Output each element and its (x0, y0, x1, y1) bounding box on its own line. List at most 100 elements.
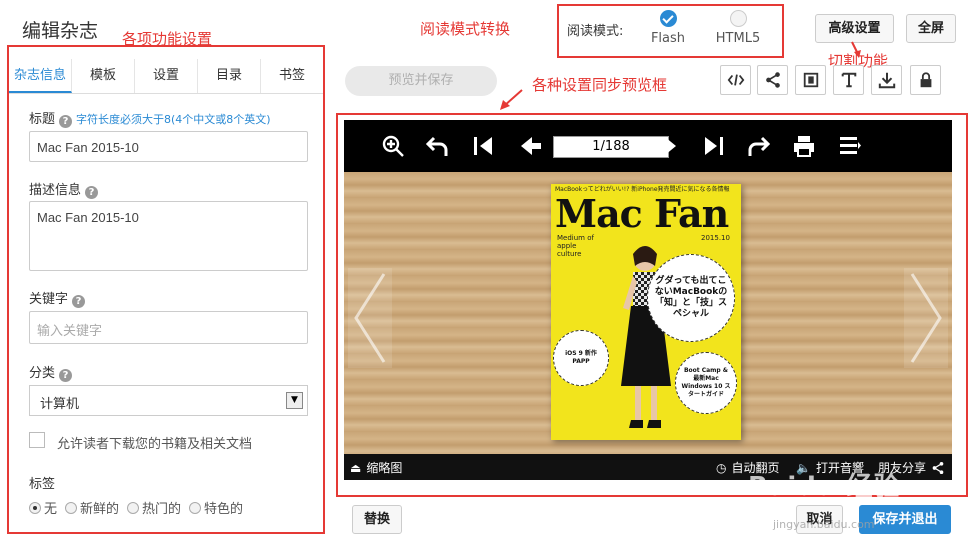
tab-bar: 杂志信息 模板 设置 目录 书签 (9, 59, 323, 94)
zoom-in-icon[interactable] (381, 134, 405, 158)
preview-save-button[interactable]: 预览并保存 (345, 66, 497, 96)
sound-label: 打开音響 (815, 461, 864, 475)
cover-title: Mac Fan (555, 191, 729, 236)
replace-button[interactable]: 替换 (352, 505, 402, 534)
tag-options: 无 新鲜的 热门的 特色的 (29, 498, 243, 517)
tag-option-label: 新鲜的 (80, 502, 120, 517)
title-label-text: 标题 (29, 112, 56, 127)
radio-icon (189, 501, 202, 514)
category-value: 计算机 (40, 397, 80, 412)
share-icon (765, 72, 780, 88)
sound-button[interactable]: 🔈 打开音響 (796, 459, 864, 476)
last-page-icon[interactable] (701, 134, 725, 158)
check-icon (659, 10, 677, 27)
read-mode-label: 阅读模式: (567, 24, 624, 39)
tag-option-featured[interactable]: 特色的 (189, 498, 243, 517)
preview-frame: 1/188 MacBookってどれがいい!? 新iPhone発売間近に気になる各… (336, 113, 968, 497)
fullscreen-button[interactable]: 全屏 (906, 14, 956, 43)
allow-download-label: 允许读者下载您的书籍及相关文档 (57, 437, 253, 452)
category-label: 分类? (29, 362, 73, 382)
book-icon (803, 72, 818, 88)
undo-icon[interactable] (426, 134, 450, 158)
keyword-label: 关键字? (29, 288, 86, 308)
next-page-icon[interactable] (654, 134, 678, 158)
download-icon (878, 72, 895, 89)
read-mode-box: 阅读模式: Flash HTML5 (557, 4, 784, 58)
menu-icon[interactable] (838, 134, 862, 158)
thumbnails-label: 缩略图 (366, 461, 403, 475)
viewer-bottom-bar: ⏏ 缩略图 ◷ 自动翻页 🔈 打开音響 朋友分享 (344, 454, 952, 480)
arrow-annotation-icon (851, 41, 861, 58)
tab-toc[interactable]: 目录 (198, 59, 261, 93)
read-mode-html5-label: HTML5 (715, 31, 761, 46)
tag-option-none[interactable]: 无 (29, 498, 57, 517)
arrow-annotation-icon (500, 89, 523, 110)
desc-label: 描述信息? (29, 179, 99, 199)
next-arrow-icon[interactable] (904, 268, 948, 368)
cover-subtitle: Medium of apple culture (557, 234, 594, 258)
tag-option-fresh[interactable]: 新鲜的 (65, 498, 119, 517)
download-button[interactable] (871, 65, 902, 95)
first-page-icon[interactable] (472, 134, 496, 158)
previous-page-icon[interactable] (519, 134, 543, 158)
category-select[interactable]: 计算机 ▼ (29, 385, 308, 416)
tab-template[interactable]: 模板 (72, 59, 135, 93)
flipbook-viewer: 1/188 MacBookってどれがいい!? 新iPhone発売間近に気になる各… (344, 120, 952, 480)
auto-flip-label: 自动翻页 (731, 461, 780, 475)
help-icon[interactable]: ? (59, 115, 73, 128)
advanced-settings-button[interactable]: 高级设置 (815, 14, 894, 43)
share-friends-button[interactable]: 朋友分享 (878, 459, 945, 476)
annotation-read-mode: 阅读模式转换 (420, 20, 511, 38)
radio-icon (127, 501, 140, 514)
magazine-cover[interactable]: MacBookってどれがいい!? 新iPhone発売間近に気になる各情報 Mac… (551, 184, 741, 440)
tag-option-hot[interactable]: 热门的 (127, 498, 181, 517)
cover-circle-main: グダっても出てこないMacBookの「知」と「技」スペシャル (647, 254, 735, 342)
read-mode-flash-label: Flash (650, 31, 686, 46)
eject-icon: ⏏ (350, 460, 362, 475)
lock-icon (920, 72, 931, 88)
book-button[interactable] (795, 65, 826, 95)
tab-magazine-info[interactable]: 杂志信息 (9, 59, 72, 93)
tag-label: 标签 (29, 477, 56, 492)
cover-circle-right: Boot Camp & 最新Mac Windows 10 スタートガイド (675, 352, 737, 414)
category-label-text: 分类 (29, 366, 56, 381)
embed-code-button[interactable] (720, 65, 751, 95)
auto-flip-button[interactable]: ◷ 自动翻页 (716, 459, 780, 476)
redo-icon[interactable] (746, 134, 770, 158)
page-counter[interactable]: 1/188 (553, 136, 669, 158)
help-icon[interactable]: ? (85, 186, 99, 199)
desc-textarea[interactable]: Mac Fan 2015-10 (29, 201, 308, 271)
code-icon (727, 74, 744, 86)
help-icon[interactable]: ? (59, 369, 73, 382)
text-button[interactable] (833, 65, 864, 95)
share-friends-label: 朋友分享 (878, 461, 927, 475)
annotation-preview: 各种设置同步预览框 (532, 76, 668, 94)
text-icon (841, 72, 856, 88)
print-icon[interactable] (792, 134, 816, 158)
allow-download-checkbox[interactable] (29, 432, 45, 448)
keyword-label-text: 关键字 (29, 292, 69, 307)
cover-date: 2015.10 (701, 234, 730, 242)
share-icon (932, 461, 944, 474)
read-mode-html5[interactable]: HTML5 (703, 10, 773, 46)
radio-icon (729, 10, 747, 27)
tag-option-label: 热门的 (142, 502, 182, 517)
keyword-input[interactable]: 输入关键字 (29, 311, 308, 344)
chevron-down-icon[interactable]: ▼ (286, 392, 303, 409)
help-icon[interactable]: ? (72, 295, 86, 308)
cancel-button[interactable]: 取消 (796, 505, 843, 534)
radio-icon (65, 501, 78, 514)
read-mode-flash[interactable]: Flash (633, 10, 703, 46)
lock-button[interactable] (910, 65, 941, 95)
tab-settings[interactable]: 设置 (135, 59, 198, 93)
tag-option-label: 无 (44, 502, 58, 517)
title-input[interactable]: Mac Fan 2015-10 (29, 131, 308, 162)
speaker-icon: 🔈 (796, 460, 811, 475)
save-exit-button[interactable]: 保存并退出 (859, 505, 951, 534)
page-title: 编辑杂志 (22, 20, 99, 42)
thumbnails-button[interactable]: ⏏ 缩略图 (350, 459, 402, 476)
title-hint: 字符长度必须大于8(4个中文或8个英文) (76, 113, 271, 126)
share-button[interactable] (757, 65, 788, 95)
previous-arrow-icon[interactable] (348, 268, 392, 368)
tab-bookmarks[interactable]: 书签 (261, 59, 323, 93)
